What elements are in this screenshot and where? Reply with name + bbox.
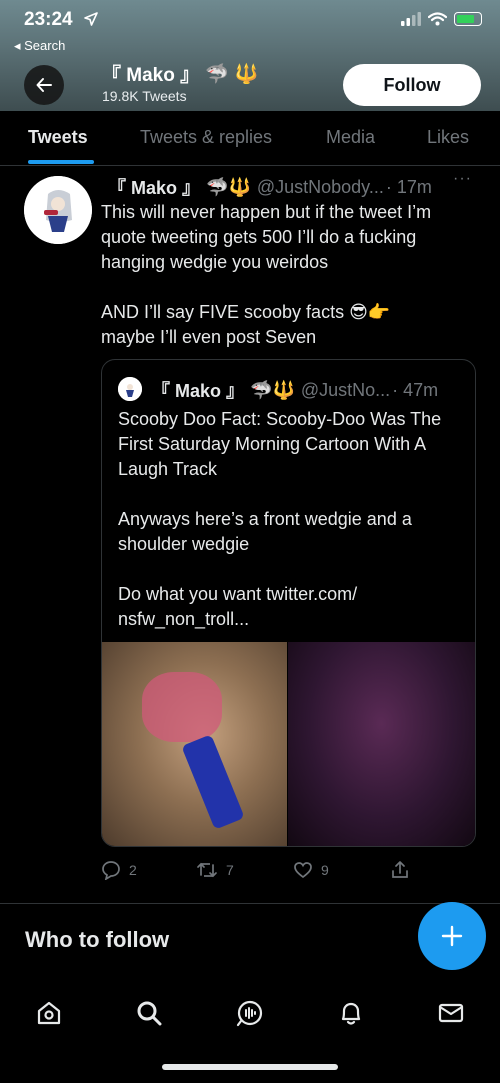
quote-author-handle: @JustNo... [300, 379, 391, 400]
spaces-icon[interactable] [235, 998, 265, 1028]
status-bar: 23:24 ◂ Search [0, 0, 500, 53]
profile-tabs: Tweets Tweets & replies Media Likes [0, 111, 500, 166]
more-options-icon[interactable]: ··· [453, 170, 472, 188]
back-to-search-link[interactable]: ◂ Search [14, 38, 65, 54]
shark-emoji-icon: 🦈 [205, 63, 229, 85]
tweet-text: This will never happen but if the tweet … [101, 202, 432, 347]
media-image-1[interactable] [102, 642, 287, 846]
quote-media[interactable] [102, 642, 475, 846]
compose-tweet-button[interactable] [418, 902, 486, 970]
retweet-action[interactable]: 7 [196, 860, 234, 880]
profile-name: 『 Mako 』 [102, 65, 200, 86]
tweet-time: · 17m [385, 176, 432, 197]
quote-text: Scooby Doo Fact: Scooby-Doo Was The Firs… [118, 409, 442, 629]
reply-icon [102, 861, 120, 880]
trident-emoji-icon: 🔱 [228, 176, 251, 197]
home-icon[interactable] [34, 998, 64, 1028]
tab-tweets[interactable]: Tweets [28, 127, 88, 148]
mail-icon[interactable] [436, 998, 466, 1028]
reply-action[interactable]: 2 [101, 860, 137, 880]
follow-button[interactable]: Follow [343, 64, 481, 106]
quote-author-name: 『 Mako 』 [152, 381, 245, 401]
media-image-2[interactable] [287, 642, 475, 846]
share-action[interactable] [390, 860, 410, 880]
quote-tweet[interactable]: 『 Mako 』 🦈 🔱 @JustNo... · 47m Scooby Doo… [101, 359, 476, 847]
bottom-nav [0, 980, 500, 1050]
share-icon [392, 861, 408, 878]
battery-icon [454, 12, 482, 26]
quote-time: · 47m [392, 379, 439, 400]
tab-likes[interactable]: Likes [427, 127, 469, 148]
bell-icon[interactable] [336, 998, 366, 1028]
back-button[interactable] [24, 65, 64, 105]
shark-emoji-icon: 🦈 [206, 176, 229, 197]
quote-header: 『 Mako 』 🦈 🔱 @JustNo... · 47m [152, 377, 438, 403]
trident-emoji-icon: 🔱 [234, 63, 259, 85]
arrow-left-icon [36, 78, 52, 92]
trident-emoji-icon: 🔱 [272, 379, 295, 400]
shark-emoji-icon: 🦈 [250, 379, 273, 400]
plus-icon [441, 925, 463, 947]
avatar[interactable] [24, 176, 92, 244]
cellular-signal-icon [401, 12, 421, 26]
tab-tweets-replies[interactable]: Tweets & replies [140, 127, 272, 148]
tab-media[interactable]: Media [326, 127, 375, 148]
home-indicator [162, 1064, 338, 1070]
divider [0, 903, 500, 904]
heart-icon [294, 862, 312, 879]
location-arrow-icon [84, 12, 98, 31]
like-action[interactable]: 9 [293, 860, 329, 880]
who-to-follow-heading: Who to follow [25, 927, 170, 952]
status-icons [401, 12, 482, 26]
tweet-header: 『 Mako 』 🦈 🔱 @JustNobody... · 17m [108, 174, 432, 200]
tweet-count: 19.8K Tweets [102, 88, 187, 104]
retweet-count: 7 [226, 862, 234, 878]
wifi-icon [428, 12, 447, 26]
quote-avatar [118, 377, 142, 401]
clock: 23:24 [24, 9, 73, 30]
retweet-icon [197, 862, 217, 878]
search-icon[interactable] [134, 998, 164, 1028]
profile-header: 『 Mako 』 🦈 🔱 19.8K Tweets [102, 60, 259, 105]
reply-count: 2 [129, 862, 137, 878]
tweet-author-name[interactable]: 『 Mako 』 [108, 174, 200, 200]
active-tab-indicator [28, 160, 94, 164]
tweet-author-handle[interactable]: @JustNobody... [257, 177, 384, 198]
like-count: 9 [321, 862, 329, 878]
